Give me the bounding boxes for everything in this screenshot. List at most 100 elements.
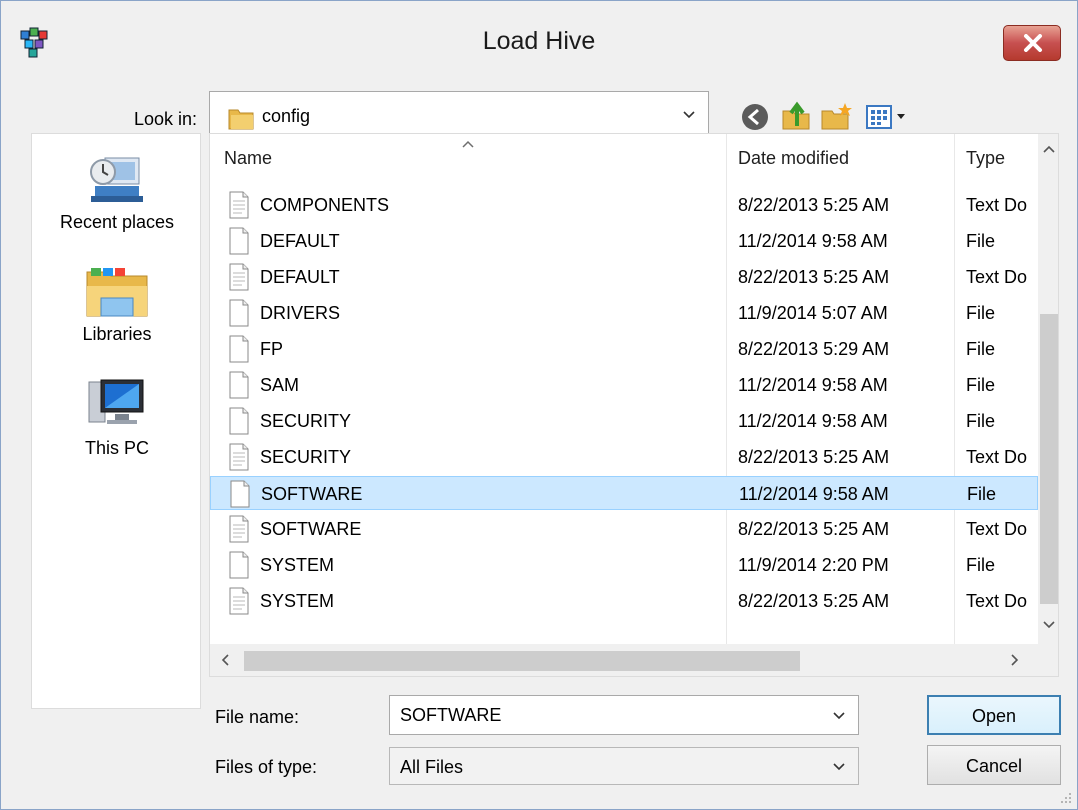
file-date-cell: 11/9/2014 5:07 AM xyxy=(738,303,888,323)
file-type-label: Files of type: xyxy=(215,757,318,777)
file-date-cell: 8/22/2013 5:25 AM xyxy=(738,195,890,215)
file-name-cell: SYSTEM xyxy=(260,591,335,611)
file-date-cell: 8/22/2013 5:29 AM xyxy=(738,339,890,359)
column-header-type[interactable]: Type xyxy=(966,148,1005,169)
file-row[interactable]: DEFAULT 8/22/2013 5:25 AM Text Do xyxy=(210,260,1038,294)
file-name-label: File name: xyxy=(215,707,300,727)
file-row[interactable]: SYSTEM 8/22/2013 5:25 AM Text Do xyxy=(210,584,1038,618)
file-type-cell: File xyxy=(966,231,996,251)
file-name-cell: DEFAULT xyxy=(260,231,340,251)
file-type-cell: Text Do xyxy=(966,519,1028,539)
cancel-button[interactable]: Cancel xyxy=(927,745,1061,785)
place-recent-places[interactable]: Recent places xyxy=(32,152,202,233)
file-name-combobox[interactable]: SOFTWARE xyxy=(389,695,859,735)
look-in-label: Look in: xyxy=(133,109,197,129)
place-this-pc[interactable]: This PC xyxy=(32,376,202,459)
place-label: Libraries xyxy=(82,324,152,344)
horizontal-scroll-thumb[interactable] xyxy=(244,651,800,671)
back-icon[interactable] xyxy=(737,99,773,135)
view-menu-icon[interactable] xyxy=(863,99,915,135)
scroll-right-icon[interactable] xyxy=(1010,653,1020,667)
text-file-icon xyxy=(229,263,249,291)
file-icon xyxy=(229,227,249,255)
close-icon xyxy=(1024,34,1042,52)
file-icon xyxy=(229,335,249,363)
file-row[interactable]: COMPONENTS 8/22/2013 5:25 AM Text Do xyxy=(210,188,1038,222)
file-row[interactable]: FP 8/22/2013 5:29 AM File xyxy=(210,332,1038,366)
file-row[interactable]: DRIVERS 11/9/2014 5:07 AM File xyxy=(210,296,1038,330)
file-row[interactable]: SECURITY 8/22/2013 5:25 AM Text Do xyxy=(210,440,1038,474)
vertical-scroll-thumb[interactable] xyxy=(1040,314,1058,604)
libraries-icon xyxy=(86,268,148,317)
file-name-cell: SECURITY xyxy=(260,411,352,431)
file-date-cell: 8/22/2013 5:25 AM xyxy=(738,267,890,287)
scroll-left-icon[interactable] xyxy=(220,653,230,667)
text-file-icon xyxy=(229,443,249,471)
place-label: Recent places xyxy=(59,212,175,232)
file-icon xyxy=(229,299,249,327)
file-row[interactable]: DEFAULT 11/2/2014 9:58 AM File xyxy=(210,224,1038,258)
file-icon xyxy=(230,480,250,508)
this-pc-icon xyxy=(88,379,144,424)
file-name-cell: DEFAULT xyxy=(260,267,340,287)
open-button[interactable]: Open xyxy=(927,695,1061,735)
list-header: Name Date modified Type xyxy=(210,134,1038,184)
file-type-cell: Text Do xyxy=(966,267,1028,287)
file-date-cell: 11/2/2014 9:58 AM xyxy=(738,375,888,395)
file-type-cell: File xyxy=(966,303,996,323)
file-list[interactable]: Name Date modified Type COMPONENTS 8/22/2… xyxy=(209,133,1059,677)
column-header-name[interactable]: Name xyxy=(224,148,272,169)
scrollbar-corner xyxy=(1038,644,1058,676)
up-folder-icon[interactable] xyxy=(779,99,815,135)
file-date-cell: 8/22/2013 5:25 AM xyxy=(738,591,890,611)
place-libraries[interactable]: Libraries xyxy=(32,264,202,345)
file-row[interactable]: SOFTWARE 11/2/2014 9:58 AM File xyxy=(210,476,1038,510)
file-row[interactable]: SYSTEM 11/9/2014 2:20 PM File xyxy=(210,548,1038,582)
file-date-cell: 11/9/2014 2:20 PM xyxy=(738,555,889,575)
file-name-cell: DRIVERS xyxy=(260,303,341,323)
file-icon xyxy=(229,371,249,399)
window-title: Load Hive xyxy=(482,27,596,55)
file-date-cell: 8/22/2013 5:25 AM xyxy=(738,519,890,539)
file-date-cell: 11/2/2014 9:58 AM xyxy=(739,484,889,504)
file-type-cell: File xyxy=(966,555,996,575)
sort-ascending-icon xyxy=(462,140,474,148)
file-name-input[interactable]: SOFTWARE xyxy=(400,705,501,726)
file-row[interactable]: SOFTWARE 8/22/2013 5:25 AM Text Do xyxy=(210,512,1038,546)
file-name-cell: COMPONENTS xyxy=(260,195,390,215)
file-name-cell: SYSTEM xyxy=(260,555,335,575)
file-icon xyxy=(229,407,249,435)
file-name-cell: SAM xyxy=(260,375,300,395)
file-type-cell: File xyxy=(967,484,997,504)
file-name-cell: FP xyxy=(260,339,284,359)
file-type-cell: File xyxy=(966,411,996,431)
file-row[interactable]: SAM 11/2/2014 9:58 AM File xyxy=(210,368,1038,402)
title-bar[interactable]: Load Hive xyxy=(1,1,1077,87)
places-bar: Recent places Libraries This PC xyxy=(31,133,201,709)
file-type-cell: File xyxy=(966,339,996,359)
file-row[interactable]: SECURITY 11/2/2014 9:58 AM File xyxy=(210,404,1038,438)
new-folder-icon[interactable] xyxy=(819,99,855,135)
horizontal-scrollbar[interactable] xyxy=(210,644,1038,676)
file-type-cell: Text Do xyxy=(966,447,1028,467)
recent-places-icon xyxy=(90,157,143,202)
vertical-scrollbar[interactable] xyxy=(1038,134,1058,644)
chevron-down-icon xyxy=(833,763,845,771)
load-hive-dialog: Load Hive Look in: config Recent places … xyxy=(0,0,1078,810)
scroll-up-icon[interactable] xyxy=(1042,144,1056,154)
chevron-down-icon[interactable] xyxy=(832,711,846,721)
file-type-select[interactable]: All Files xyxy=(389,747,859,785)
text-file-icon xyxy=(229,191,249,219)
column-header-date[interactable]: Date modified xyxy=(738,148,849,169)
scroll-down-icon[interactable] xyxy=(1042,620,1056,630)
file-name-cell: SECURITY xyxy=(260,447,352,467)
close-button[interactable] xyxy=(1003,25,1061,61)
text-file-icon xyxy=(229,515,249,543)
file-type-cell: File xyxy=(966,375,996,395)
file-date-cell: 11/2/2014 9:58 AM xyxy=(738,411,888,431)
folder-icon xyxy=(228,109,254,130)
file-name-cell: SOFTWARE xyxy=(261,484,363,504)
resize-grip-icon[interactable] xyxy=(1059,791,1073,805)
file-date-cell: 8/22/2013 5:25 AM xyxy=(738,447,890,467)
file-icon xyxy=(229,551,249,579)
